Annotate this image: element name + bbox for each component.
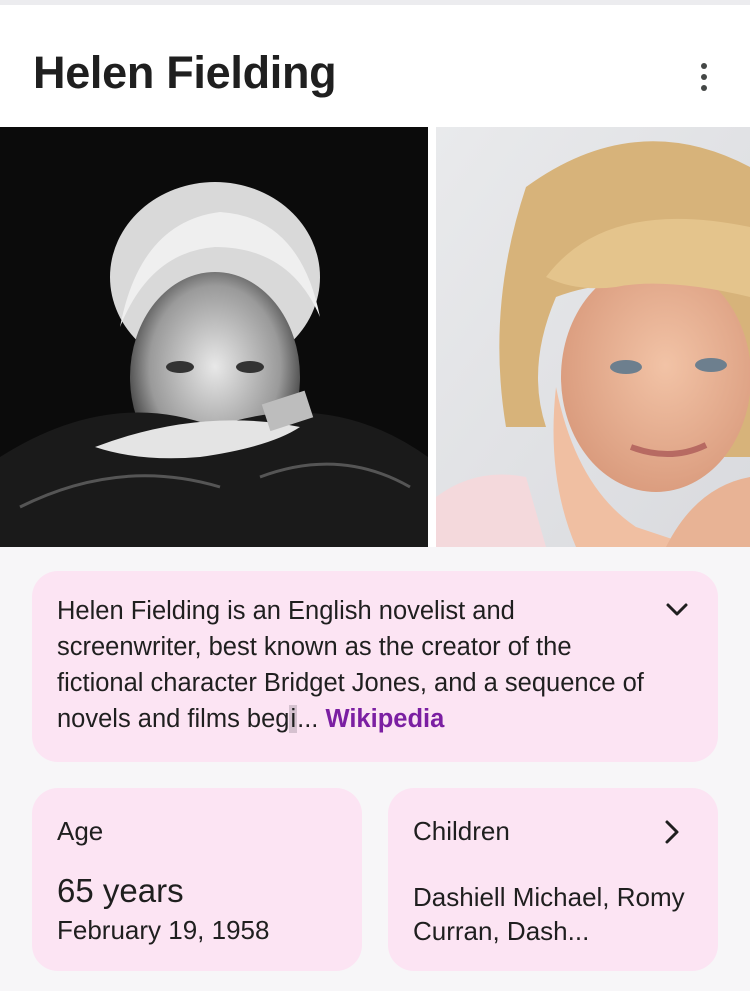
- age-value: 65 years: [57, 872, 184, 909]
- birth-date: February 19, 1958: [57, 915, 270, 945]
- children-label: Children: [413, 816, 510, 846]
- description-ellipsis: ...: [297, 705, 319, 733]
- wikipedia-link[interactable]: Wikipedia: [326, 705, 445, 733]
- photo-black-and-white[interactable]: [0, 127, 428, 547]
- chevron-down-icon[interactable]: [662, 595, 692, 625]
- children-value: Dashiell Michael, Romy Curran, Dash...: [413, 882, 685, 946]
- text-selection: i: [289, 705, 298, 733]
- page-title: Helen Fielding: [33, 47, 337, 98]
- children-card[interactable]: Children Dashiell Michael, Romy Curran, …: [388, 788, 718, 971]
- age-label: Age: [57, 816, 104, 846]
- description-card: Helen Fielding is an English novelist an…: [32, 571, 718, 762]
- photo-color[interactable]: [436, 127, 750, 547]
- age-card: Age 65 years February 19, 1958: [32, 788, 362, 971]
- more-vert-icon[interactable]: [686, 57, 722, 97]
- photo-strip: [0, 127, 750, 547]
- chevron-right-icon[interactable]: [658, 818, 686, 846]
- description-text: Helen Fielding is an English novelist an…: [57, 593, 657, 737]
- header: Helen Fielding: [0, 5, 750, 127]
